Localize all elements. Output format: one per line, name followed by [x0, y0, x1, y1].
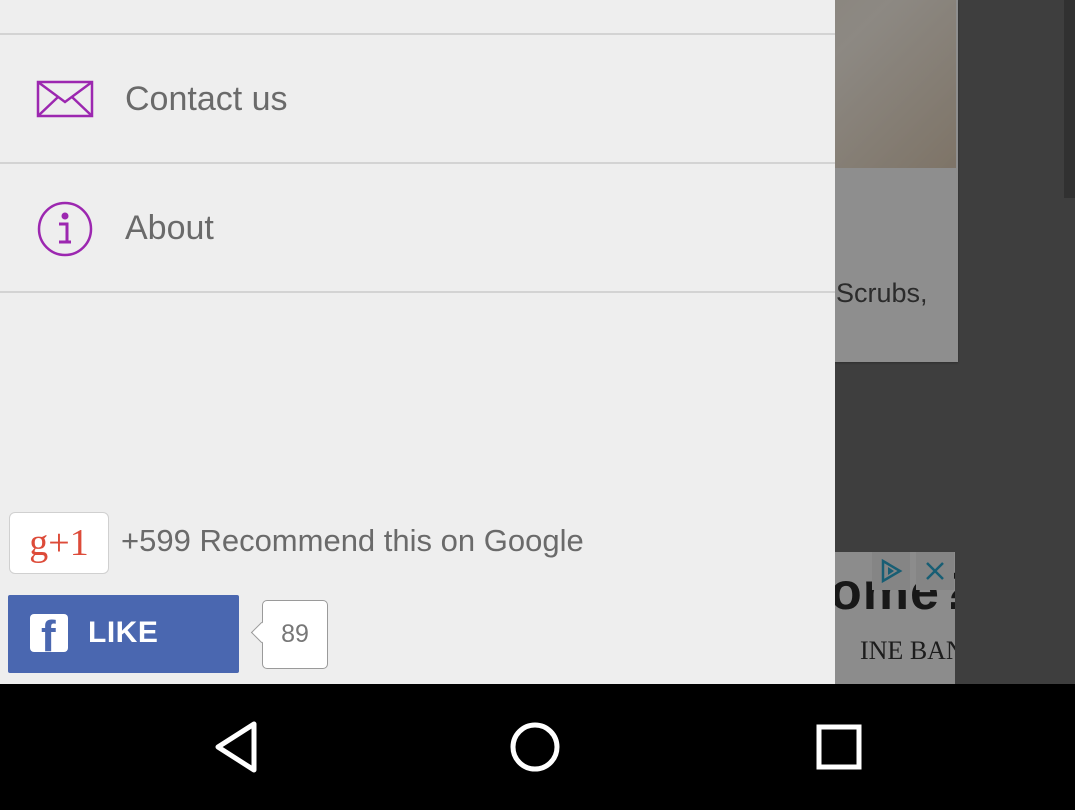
facebook-like-button[interactable]: f LIKE	[8, 595, 239, 673]
facebook-like-label: LIKE	[88, 616, 159, 649]
recents-icon	[816, 724, 862, 770]
menu-item-label: Contact us	[125, 80, 288, 118]
facebook-like-count: 89	[262, 600, 328, 669]
navigation-drawer: Contact us About g+1 +599 Recommend this…	[0, 0, 835, 684]
recents-button[interactable]	[804, 714, 874, 780]
back-icon	[215, 721, 257, 773]
google-plus-label: g+1	[29, 522, 89, 564]
divider	[0, 162, 835, 164]
system-navigation-bar	[0, 684, 1075, 810]
facebook-icon: f	[30, 614, 68, 652]
home-icon	[510, 722, 560, 772]
home-button[interactable]	[500, 714, 570, 780]
info-icon	[36, 200, 94, 258]
google-recommend-text: +599 Recommend this on Google	[121, 523, 584, 558]
menu-item-label: About	[125, 209, 214, 247]
menu-item-about[interactable]: About	[0, 165, 835, 292]
menu-item-contact-us[interactable]: Contact us	[0, 36, 835, 163]
back-button[interactable]	[200, 714, 270, 780]
mail-icon	[36, 71, 94, 129]
divider	[0, 33, 835, 35]
divider	[0, 291, 835, 293]
google-plus-one-button[interactable]: g+1	[9, 512, 109, 574]
